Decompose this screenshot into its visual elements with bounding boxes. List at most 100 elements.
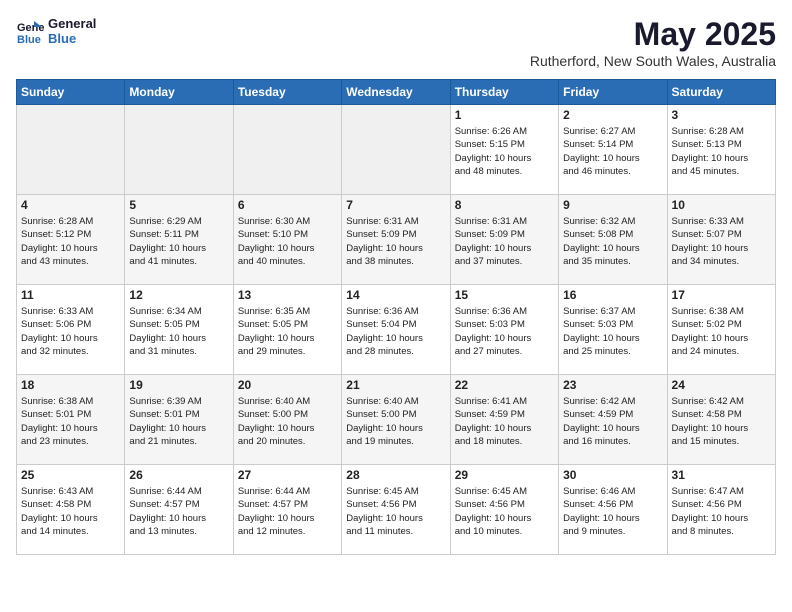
day-cell: 15 Sunrise: 6:36 AM Sunset: 5:03 PM Dayli… [450,285,558,375]
day-cell: 28 Sunrise: 6:45 AM Sunset: 4:56 PM Dayli… [342,465,450,555]
day-info: Sunrise: 6:30 AM Sunset: 5:10 PM Dayligh… [238,215,337,268]
day-cell: 11Sunrise: 6:33 AM Sunset: 5:06 PM Dayli… [17,285,125,375]
day-info: Sunrise: 6:40 AM Sunset: 5:00 PM Dayligh… [346,395,445,448]
day-info: Sunrise: 6:47 AM Sunset: 4:56 PM Dayligh… [672,485,771,538]
day-cell: 20Sunrise: 6:40 AM Sunset: 5:00 PM Dayli… [233,375,341,465]
day-number: 4 [21,198,120,212]
day-info: Sunrise: 6:44 AM Sunset: 4:57 PM Dayligh… [238,485,337,538]
day-info: Sunrise: 6:38 AM Sunset: 5:02 PM Dayligh… [672,305,771,358]
day-info: Sunrise: 6:42 AM Sunset: 4:58 PM Dayligh… [672,395,771,448]
day-number: 9 [563,198,662,212]
day-cell: 18Sunrise: 6:38 AM Sunset: 5:01 PM Dayli… [17,375,125,465]
day-info: Sunrise: 6:29 AM Sunset: 5:11 PM Dayligh… [129,215,228,268]
day-info: Sunrise: 6:26 AM Sunset: 5:15 PM Dayligh… [455,125,554,178]
logo-icon: General Blue [16,17,44,45]
day-number: 17 [672,288,771,302]
day-cell: 22 Sunrise: 6:41 AM Sunset: 4:59 PM Dayli… [450,375,558,465]
day-number: 6 [238,198,337,212]
day-number: 21 [346,378,445,392]
day-number: 28 [346,468,445,482]
day-cell: 29 Sunrise: 6:45 AM Sunset: 4:56 PM Dayli… [450,465,558,555]
day-cell: 16 Sunrise: 6:37 AM Sunset: 5:03 PM Dayli… [559,285,667,375]
day-number: 24 [672,378,771,392]
day-info: Sunrise: 6:37 AM Sunset: 5:03 PM Dayligh… [563,305,662,358]
day-cell: 17 Sunrise: 6:38 AM Sunset: 5:02 PM Dayli… [667,285,775,375]
day-info: Sunrise: 6:41 AM Sunset: 4:59 PM Dayligh… [455,395,554,448]
day-cell: 10Sunrise: 6:33 AM Sunset: 5:07 PM Dayli… [667,195,775,285]
day-number: 29 [455,468,554,482]
day-cell: 27Sunrise: 6:44 AM Sunset: 4:57 PM Dayli… [233,465,341,555]
svg-text:Blue: Blue [17,34,41,45]
logo-line1: General [48,16,96,31]
day-info: Sunrise: 6:46 AM Sunset: 4:56 PM Dayligh… [563,485,662,538]
svg-text:General: General [17,22,44,34]
day-number: 11 [21,288,120,302]
week-row-3: 11Sunrise: 6:33 AM Sunset: 5:06 PM Dayli… [17,285,776,375]
day-cell [233,105,341,195]
week-row-4: 18Sunrise: 6:38 AM Sunset: 5:01 PM Dayli… [17,375,776,465]
day-cell: 7Sunrise: 6:31 AM Sunset: 5:09 PM Daylig… [342,195,450,285]
day-cell: 2 Sunrise: 6:27 AM Sunset: 5:14 PM Daylig… [559,105,667,195]
day-cell: 23 Sunrise: 6:42 AM Sunset: 4:59 PM Dayli… [559,375,667,465]
day-number: 16 [563,288,662,302]
week-row-5: 25Sunrise: 6:43 AM Sunset: 4:58 PM Dayli… [17,465,776,555]
day-info: Sunrise: 6:36 AM Sunset: 5:04 PM Dayligh… [346,305,445,358]
day-cell [342,105,450,195]
day-number: 10 [672,198,771,212]
day-number: 12 [129,288,228,302]
subtitle: Rutherford, New South Wales, Australia [530,53,776,69]
day-cell [125,105,233,195]
day-cell: 14 Sunrise: 6:36 AM Sunset: 5:04 PM Dayli… [342,285,450,375]
day-cell: 6 Sunrise: 6:30 AM Sunset: 5:10 PM Daylig… [233,195,341,285]
day-number: 22 [455,378,554,392]
day-number: 2 [563,108,662,122]
day-info: Sunrise: 6:43 AM Sunset: 4:58 PM Dayligh… [21,485,120,538]
header-row: SundayMondayTuesdayWednesdayThursdayFrid… [17,80,776,105]
day-number: 14 [346,288,445,302]
day-info: Sunrise: 6:28 AM Sunset: 5:12 PM Dayligh… [21,215,120,268]
month-title: May 2025 [530,16,776,53]
day-header-saturday: Saturday [667,80,775,105]
day-number: 15 [455,288,554,302]
day-cell: 21 Sunrise: 6:40 AM Sunset: 5:00 PM Dayli… [342,375,450,465]
day-info: Sunrise: 6:44 AM Sunset: 4:57 PM Dayligh… [129,485,228,538]
day-number: 3 [672,108,771,122]
day-cell: 3Sunrise: 6:28 AM Sunset: 5:13 PM Daylig… [667,105,775,195]
day-cell: 5 Sunrise: 6:29 AM Sunset: 5:11 PM Daylig… [125,195,233,285]
day-cell [17,105,125,195]
day-header-sunday: Sunday [17,80,125,105]
day-number: 19 [129,378,228,392]
day-info: Sunrise: 6:42 AM Sunset: 4:59 PM Dayligh… [563,395,662,448]
day-info: Sunrise: 6:36 AM Sunset: 5:03 PM Dayligh… [455,305,554,358]
day-info: Sunrise: 6:32 AM Sunset: 5:08 PM Dayligh… [563,215,662,268]
page-header: General Blue General Blue May 2025 Ruthe… [16,16,776,69]
day-number: 23 [563,378,662,392]
day-cell: 12 Sunrise: 6:34 AM Sunset: 5:05 PM Dayli… [125,285,233,375]
day-info: Sunrise: 6:27 AM Sunset: 5:14 PM Dayligh… [563,125,662,178]
day-cell: 8 Sunrise: 6:31 AM Sunset: 5:09 PM Daylig… [450,195,558,285]
day-info: Sunrise: 6:45 AM Sunset: 4:56 PM Dayligh… [346,485,445,538]
calendar-table: SundayMondayTuesdayWednesdayThursdayFrid… [16,79,776,555]
day-number: 8 [455,198,554,212]
logo: General Blue General Blue [16,16,96,46]
day-header-monday: Monday [125,80,233,105]
day-cell: 30 Sunrise: 6:46 AM Sunset: 4:56 PM Dayli… [559,465,667,555]
day-info: Sunrise: 6:38 AM Sunset: 5:01 PM Dayligh… [21,395,120,448]
day-header-tuesday: Tuesday [233,80,341,105]
day-number: 1 [455,108,554,122]
day-cell: 13Sunrise: 6:35 AM Sunset: 5:05 PM Dayli… [233,285,341,375]
day-number: 5 [129,198,228,212]
title-block: May 2025 Rutherford, New South Wales, Au… [530,16,776,69]
day-header-thursday: Thursday [450,80,558,105]
week-row-1: 1 Sunrise: 6:26 AM Sunset: 5:15 PM Daylig… [17,105,776,195]
day-info: Sunrise: 6:45 AM Sunset: 4:56 PM Dayligh… [455,485,554,538]
day-cell: 26 Sunrise: 6:44 AM Sunset: 4:57 PM Dayli… [125,465,233,555]
day-cell: 25Sunrise: 6:43 AM Sunset: 4:58 PM Dayli… [17,465,125,555]
day-number: 30 [563,468,662,482]
day-number: 20 [238,378,337,392]
day-info: Sunrise: 6:34 AM Sunset: 5:05 PM Dayligh… [129,305,228,358]
day-number: 31 [672,468,771,482]
day-info: Sunrise: 6:31 AM Sunset: 5:09 PM Dayligh… [455,215,554,268]
day-number: 26 [129,468,228,482]
day-header-friday: Friday [559,80,667,105]
